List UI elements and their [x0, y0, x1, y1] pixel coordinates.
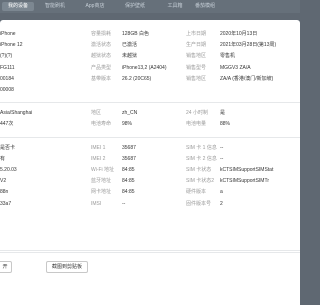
row-left-value: iPhone: [0, 31, 16, 37]
footer-bar: 开 截图到剪贴板: [0, 252, 300, 305]
row-right-value: 2: [220, 201, 223, 207]
row-right-value: ZA/A (香港/澳门/新加坡): [220, 76, 274, 82]
row-right-label: SIM 卡状态: [186, 167, 212, 173]
row-right-label: 上市日期: [186, 31, 207, 37]
row-middle-label: 蓝牙地址: [91, 178, 112, 184]
row-middle-label: IMEI 1: [91, 145, 106, 151]
row-middle-label: IMSI: [91, 201, 102, 207]
row-right-label: SIM 卡 1 信息: [186, 145, 217, 151]
row-right-label: 电池电量: [186, 121, 207, 127]
row-right-label: SIM 卡 2 信息: [186, 156, 217, 162]
row-middle-label: 容量损耗: [91, 31, 112, 37]
row-left-value: 是否卡: [0, 145, 16, 151]
tab-my-device[interactable]: 我的设备: [2, 2, 34, 11]
row-left-value: 00184: [0, 76, 14, 82]
row-middle-value: iPhone13,2 (A2404): [122, 65, 167, 71]
row-middle-value: zh_CN: [122, 110, 138, 116]
row-right-label: SIM 卡状态2: [186, 178, 215, 184]
row-right-value: 零售机: [220, 53, 236, 59]
top-nav-bar: 我的设备 智能刷机 App商店 保护壁纸 工具箱 番茄模组: [0, 0, 300, 13]
row-right-value: MGGV3 ZA/A: [220, 65, 251, 71]
tab-wallpaper[interactable]: 保护壁纸: [120, 2, 150, 11]
row-right-value: 是: [220, 110, 226, 116]
row-right-label: 硬件版本: [186, 189, 207, 195]
row-left-value: 00008: [0, 87, 14, 93]
row-right-label: 销售型号: [186, 65, 207, 71]
row-middle-label: 产品类型: [91, 65, 112, 71]
row-left-value: Asia/Shanghai: [0, 110, 33, 116]
row-middle-label: 网卡地址: [91, 189, 112, 195]
row-middle-value: 未越狱: [122, 53, 138, 59]
row-right-value: kCTSIMSupportSIMStat: [220, 167, 274, 173]
row-left-value: 447次: [0, 121, 14, 127]
row-left-value: (?)(?): [0, 53, 13, 59]
row-middle-label: 地区: [91, 110, 102, 116]
tab-modules[interactable]: 番茄模组: [188, 2, 222, 11]
row-middle-label: 越狱状态: [91, 53, 112, 59]
row-right-value: 2020年10月13日: [220, 31, 258, 37]
tab-smart-flash[interactable]: 智能刷机: [40, 2, 70, 11]
row-left-value: FG111: [0, 65, 15, 71]
row-left-value: 88n: [0, 189, 9, 195]
open-button[interactable]: 开: [0, 261, 12, 273]
row-left-value: iPhone 12: [0, 42, 23, 48]
row-right-value: kCTSIMSupportSIMTr: [220, 178, 269, 184]
row-middle-label: IMEI 2: [91, 156, 106, 162]
row-right-value: 2021年03月28日(第13周): [220, 42, 277, 48]
row-middle-value: 35687: [122, 145, 136, 151]
row-right-value: 88%: [220, 121, 231, 127]
row-right-value: --: [220, 156, 224, 162]
row-middle-value: 26.2 (20C65): [122, 76, 152, 82]
row-right-label: 销售地区: [186, 53, 207, 59]
row-middle-value: 128GB 白色: [122, 31, 149, 37]
row-left-value: 有: [0, 156, 6, 162]
row-right-value: --: [220, 145, 224, 151]
row-middle-value: 35687: [122, 156, 136, 162]
section-divider: [0, 137, 300, 138]
tab-toolbox[interactable]: 工具箱: [160, 2, 190, 11]
row-middle-value: 已激活: [122, 42, 138, 48]
row-middle-value: 84:85: [122, 178, 135, 184]
row-left-value: 5.20.03: [0, 167, 17, 173]
row-middle-value: 84:85: [122, 167, 135, 173]
row-middle-value: 84:85: [122, 189, 135, 195]
row-right-label: 24 小时制: [186, 110, 208, 116]
row-left-value: V2: [0, 178, 7, 184]
row-middle-value: --: [122, 201, 126, 207]
section-divider: [0, 102, 300, 103]
row-middle-value: 98%: [122, 121, 133, 127]
device-info-panel: iPhone 容量损耗 128GB 白色 上市日期 2020年10月13日 iPhone …: [0, 20, 300, 305]
row-middle-label: 基带版本: [91, 76, 112, 82]
tab-app-store[interactable]: App商店: [80, 2, 110, 11]
row-right-label: 固件版本号: [186, 201, 212, 207]
row-right-label: 生产日期: [186, 42, 207, 48]
screenshot-to-clipboard-button[interactable]: 截图到剪贴板: [46, 261, 88, 273]
row-left-value: 33a7: [0, 201, 12, 207]
row-right-label: 销售地区: [186, 76, 207, 82]
section-divider: [0, 250, 300, 251]
row-middle-label: 电池寿命: [91, 121, 112, 127]
row-right-value: a: [220, 189, 223, 195]
row-middle-label: Wi-Fi 地址: [91, 167, 115, 173]
row-middle-label: 激活状态: [91, 42, 112, 48]
